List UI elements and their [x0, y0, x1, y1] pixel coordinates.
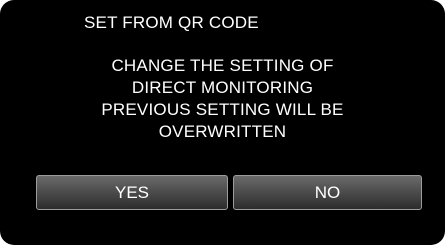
message-line: OVERWRITTEN — [158, 122, 287, 141]
message-line: CHANGE THE SETTING OF — [111, 56, 334, 75]
no-button[interactable]: NO — [233, 175, 422, 210]
yes-button[interactable]: YES — [36, 175, 228, 210]
dialog-message: CHANGE THE SETTING OF DIRECT MONITORING … — [0, 55, 445, 143]
confirm-dialog: SET FROM QR CODE CHANGE THE SETTING OF D… — [0, 0, 445, 245]
message-line: PREVIOUS SETTING WILL BE — [101, 100, 344, 119]
message-line: DIRECT MONITORING — [131, 78, 314, 97]
dialog-title: SET FROM QR CODE — [84, 13, 259, 32]
